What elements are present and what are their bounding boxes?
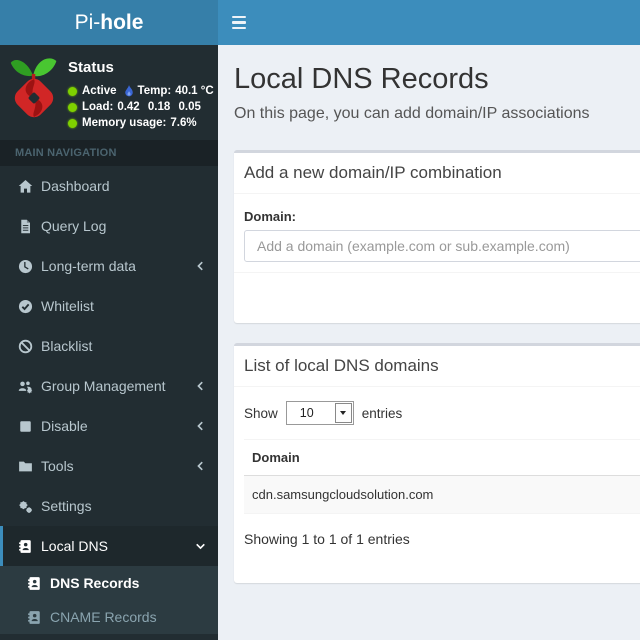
table-row[interactable]: cdn.samsungcloudsolution.com <box>244 475 640 514</box>
temperature-icon <box>123 84 135 98</box>
status-ok-icon <box>68 102 77 112</box>
column-header-domain[interactable]: Domain <box>244 439 640 476</box>
sidebar-item-label: Disable <box>41 418 88 434</box>
chevron-left-icon <box>195 461 206 472</box>
add-domain-panel-footer <box>234 272 640 323</box>
sidebar-item-group-management[interactable]: Group Management <box>0 366 218 406</box>
sidebar-item-tools[interactable]: Tools <box>0 446 218 486</box>
page-subtitle: On this page, you can add domain/IP asso… <box>234 105 590 122</box>
status-load-line: Load: 0.42 0.18 0.05 <box>68 99 214 115</box>
sidebar-item-label: Dashboard <box>41 178 110 194</box>
load-5min: 0.18 <box>147 101 171 113</box>
select-arrow-icon <box>334 403 352 423</box>
address-book-icon <box>24 610 44 625</box>
users-gear-icon <box>15 379 35 394</box>
pihole-logo[interactable]: Pi-hole <box>0 0 218 45</box>
folder-icon <box>15 459 35 474</box>
status-temp-value: 40.1 °C <box>175 85 214 97</box>
page-size-value: 10 <box>299 406 314 420</box>
table-header-row: Domain <box>244 439 640 476</box>
sidebar-item-dashboard[interactable]: Dashboard <box>0 166 218 206</box>
sidebar-item-settings[interactable]: Settings <box>0 486 218 526</box>
chevron-left-icon <box>195 421 206 432</box>
chevron-down-icon <box>195 541 206 552</box>
dns-list-panel: List of local DNS domains Show 10 entrie… <box>234 343 640 583</box>
sidebar-item-label: Blacklist <box>41 338 93 354</box>
sidebar-toggle-button[interactable] <box>218 0 260 45</box>
sidebar-item-label: Query Log <box>41 218 107 234</box>
table-summary: Showing 1 to 1 of 1 entries <box>244 531 410 547</box>
nav-section-header: MAIN NAVIGATION <box>0 140 218 166</box>
domain-input[interactable] <box>244 230 640 262</box>
check-circle-icon <box>15 299 35 314</box>
sidebar-subitem-label: CNAME Records <box>50 609 157 625</box>
status-load-label: Load: <box>82 101 114 113</box>
sidebar-menu: Dashboard Query Log Long-term data White… <box>0 166 218 566</box>
stop-icon <box>15 419 35 434</box>
sidebar: Status Active Temp: 40.1 °C Load: 0.42 0… <box>0 45 218 640</box>
sidebar-item-blacklist[interactable]: Blacklist <box>0 326 218 366</box>
status-ok-icon <box>68 118 77 128</box>
hamburger-icon <box>218 15 260 30</box>
sidebar-item-query-log[interactable]: Query Log <box>0 206 218 246</box>
status-title: Status <box>68 59 114 76</box>
status-memory-value: 7.6% <box>170 117 197 129</box>
sidebar-item-long-term-data[interactable]: Long-term data <box>0 246 218 286</box>
home-icon <box>15 179 35 194</box>
domain-field-label: Domain: <box>244 209 296 224</box>
sidebar-item-label: Settings <box>41 498 92 514</box>
sidebar-item-local-dns[interactable]: Local DNS <box>0 526 218 566</box>
sidebar-item-label: Long-term data <box>41 258 136 274</box>
page-size-select[interactable]: 10 <box>285 401 354 425</box>
dns-domains-table: Domain cdn.samsungcloudsolution.com <box>244 439 640 514</box>
sidebar-item-whitelist[interactable]: Whitelist <box>0 286 218 326</box>
page-title: Local DNS Records <box>234 63 489 95</box>
domain-cell: cdn.samsungcloudsolution.com <box>244 475 640 514</box>
sidebar-subitem-label: DNS Records <box>50 575 140 591</box>
logo-text-bold: hole <box>100 10 144 34</box>
entries-label: entries <box>361 405 403 421</box>
sidebar-item-label: Local DNS <box>41 538 108 554</box>
sidebar-subitem-dns-records[interactable]: DNS Records <box>0 566 218 600</box>
status-memory-line: Memory usage: 7.6% <box>68 115 214 131</box>
top-navbar <box>218 0 640 45</box>
sidebar-subitem-cname-records[interactable]: CNAME Records <box>0 600 218 634</box>
add-domain-panel-title: Add a new domain/IP combination <box>234 153 640 194</box>
table-length-control: Show 10 entries <box>244 401 640 425</box>
sidebar-item-label: Tools <box>41 458 74 474</box>
dns-list-panel-title: List of local DNS domains <box>234 346 640 387</box>
logo-text-prefix: Pi- <box>74 10 101 34</box>
clock-icon <box>15 259 35 274</box>
content-wrapper: Local DNS Records On this page, you can … <box>218 45 640 640</box>
add-domain-panel: Add a new domain/IP combination Domain: <box>234 150 640 323</box>
sidebar-item-label: Group Management <box>41 378 166 394</box>
sidebar-item-disable[interactable]: Disable <box>0 406 218 446</box>
file-icon <box>15 219 35 234</box>
status-active-line: Active Temp: 40.1 °C <box>68 83 214 99</box>
gears-icon <box>15 499 35 514</box>
show-label: Show <box>244 405 278 421</box>
load-1min: 0.42 <box>117 101 140 113</box>
ban-icon <box>15 339 35 354</box>
address-book-icon <box>15 539 35 554</box>
status-panel: Status Active Temp: 40.1 °C Load: 0.42 0… <box>0 45 218 140</box>
status-memory-label: Memory usage: <box>82 117 167 129</box>
raspberry-logo-icon <box>8 55 60 132</box>
sidebar-item-label: Whitelist <box>41 298 94 314</box>
status-ok-icon <box>68 86 77 96</box>
status-active-label: Active <box>82 85 117 97</box>
chevron-left-icon <box>195 261 206 272</box>
address-book-icon <box>24 576 44 591</box>
chevron-left-icon <box>195 381 206 392</box>
top-header: Pi-hole <box>0 0 640 45</box>
load-15min: 0.05 <box>178 101 201 113</box>
local-dns-submenu: DNS Records CNAME Records <box>0 566 218 634</box>
status-temp-label: Temp: <box>137 85 172 97</box>
